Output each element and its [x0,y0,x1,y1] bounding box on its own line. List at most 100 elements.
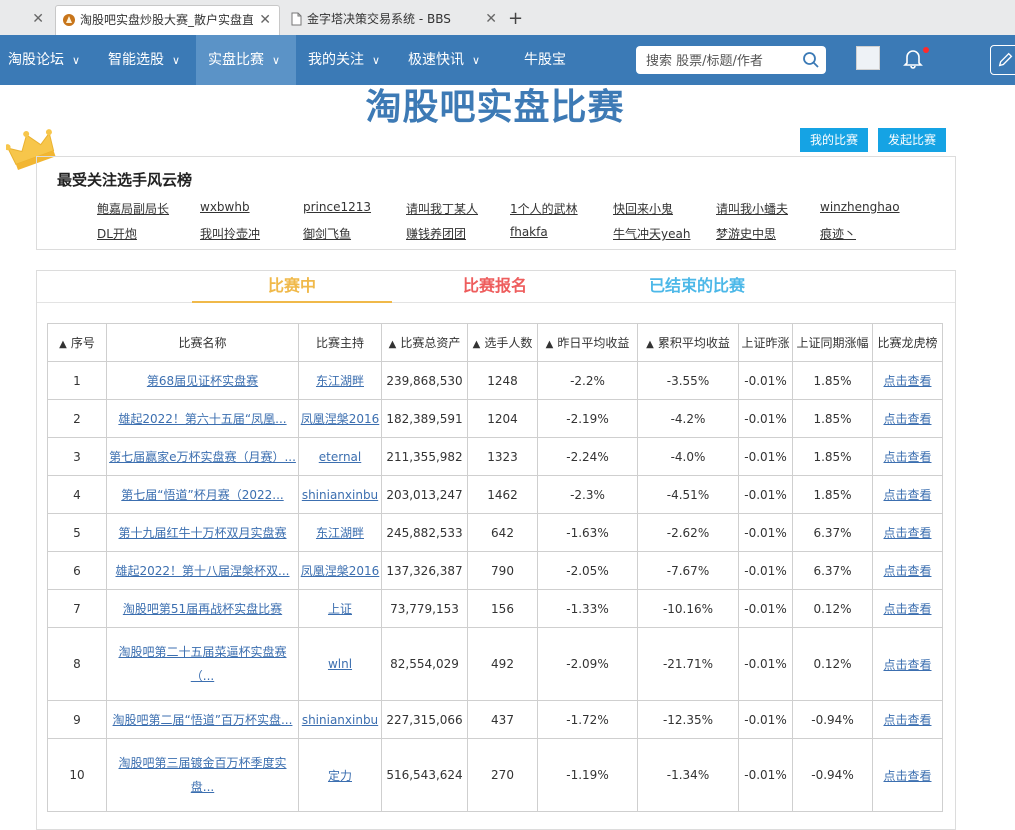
view-leaderboard-link[interactable]: 点击查看 [883,526,931,540]
view-leaderboard-link[interactable]: 点击查看 [883,488,931,502]
player-link[interactable]: 痕迹丶 [820,225,856,242]
nav-item-stock-picker[interactable]: 智能选股 ∨ [96,35,196,85]
host-link[interactable]: wlnl [328,657,352,671]
browser-tab-bbs[interactable]: 金字塔决策交易系统 - BBS ✕ [283,5,505,35]
cell-no: 2 [47,399,107,438]
host-link[interactable]: 凤凰涅槃2016 [301,564,380,578]
browser-tab-active[interactable]: 淘股吧实盘炒股大赛_散户实盘直 ✕ [55,5,280,35]
view-leaderboard-link[interactable]: 点击查看 [883,412,931,426]
nav-item-forum[interactable]: 淘股论坛 ∨ [0,35,92,85]
my-competition-button[interactable]: 我的比赛 [800,128,868,152]
view-leaderboard-link[interactable]: 点击查看 [883,450,931,464]
player-link[interactable]: 牛气冲天yeah [613,225,690,242]
nav-item-niugubao[interactable]: 牛股宝 [512,35,592,85]
player-link[interactable]: 梦游史中思 [716,225,776,242]
close-tab-icon[interactable]: ✕ [32,5,44,33]
cell-cum: -4.2% [637,399,739,438]
nav-item-competition[interactable]: 实盘比赛 ∨ [196,35,296,85]
host-link[interactable]: 定力 [328,769,352,783]
search-input[interactable] [644,50,798,72]
new-tab-button[interactable]: + [508,8,523,30]
host-link[interactable]: 上证 [328,602,352,616]
player-link[interactable]: 快回来小鬼 [613,200,673,217]
view-leaderboard-link[interactable]: 点击查看 [883,602,931,616]
cell-name: 淘股吧第二十五届菜逼杯实盘赛（... [106,627,299,701]
view-leaderboard-link[interactable]: 点击查看 [883,564,931,578]
chevron-down-icon: ∨ [272,54,281,67]
cell-players: 642 [467,513,538,552]
search-box [636,46,826,74]
host-link[interactable]: eternal [319,450,362,464]
competition-link[interactable]: 淘股吧第二十五届菜逼杯实盘赛（... [118,645,286,683]
player-link[interactable]: wxbwhb [200,200,250,214]
competition-link[interactable]: 雄起2022！第六十五届“凤凰... [118,412,286,426]
browser-tab-previous[interactable]: ✕ [0,5,52,35]
host-link[interactable]: 东江湖畔 [316,526,364,540]
competition-link[interactable]: 第68届见证杯实盘赛 [147,374,258,388]
player-link[interactable]: 鲍嘉局副局长 [97,200,169,217]
cell-host: shinianxinbu [298,475,382,514]
tab-signup[interactable]: 比赛报名 [395,275,595,305]
host-link[interactable]: 东江湖畔 [316,374,364,388]
view-leaderboard-link[interactable]: 点击查看 [883,658,931,672]
col-header-assets[interactable]: ▲ 比赛总资产 [381,323,468,362]
player-link[interactable]: 赚钱养团团 [406,225,466,242]
cell-assets: 239,868,530 [381,361,468,400]
cell-assets: 137,326,387 [381,551,468,590]
player-link[interactable]: 请叫我小蟠夫 [716,200,788,217]
bell-icon[interactable] [902,47,924,69]
player-link[interactable]: 御剑飞鱼 [303,225,351,242]
cell-cum: -4.0% [637,437,739,476]
start-competition-button[interactable]: 发起比赛 [878,128,946,152]
col-header-cumulative-return[interactable]: ▲ 累积平均收益 [637,323,739,362]
close-tab-icon[interactable]: ✕ [485,5,497,33]
cell-assets: 73,779,153 [381,589,468,628]
close-tab-icon[interactable]: ✕ [259,6,271,34]
cell-no: 9 [47,700,107,739]
host-link[interactable]: 凤凰涅槃2016 [301,412,380,426]
nav-item-news[interactable]: 极速快讯 ∨ [396,35,496,85]
player-link[interactable]: winzhenghao [820,200,900,214]
host-link[interactable]: shinianxinbu [302,713,378,727]
competition-link[interactable]: 第七届赢家e万杯实盘赛（月赛）... [109,450,296,464]
player-link[interactable]: fhakfa [510,225,548,239]
cell-name: 第68届见证杯实盘赛 [106,361,299,400]
competition-link[interactable]: 淘股吧第二届“悟道”百万杯实盘... [113,713,293,727]
cell-host: wlnl [298,627,382,701]
cell-leaderboard: 点击查看 [872,738,943,812]
player-link[interactable]: 请叫我丁某人 [406,200,478,217]
competition-link[interactable]: 第七届“悟道”杯月赛（2022... [121,488,283,502]
player-link[interactable]: 我叫拎壶冲 [200,225,260,242]
col-header-sh-period: 上证同期涨幅 [792,323,873,362]
cell-name: 第七届赢家e万杯实盘赛（月赛）... [106,437,299,476]
col-header-yesterday-return[interactable]: ▲ 昨日平均收益 [537,323,638,362]
cell-yday: -2.05% [537,551,638,590]
view-leaderboard-link[interactable]: 点击查看 [883,374,931,388]
header-label: 上证同期涨幅 [796,336,869,350]
sort-up-icon: ▲ [59,339,67,350]
nav-label: 极速快讯 [408,52,464,68]
player-link[interactable]: prince1213 [303,200,371,214]
cell-no: 5 [47,513,107,552]
tab-title: 金字塔决策交易系统 - BBS [307,12,451,26]
competition-link[interactable]: 雄起2022！第十八届涅槃杯双... [116,564,290,578]
page-icon [291,12,302,26]
search-icon[interactable] [802,51,820,69]
competition-link[interactable]: 淘股吧第51届再战杯实盘比赛 [123,602,282,616]
competition-link[interactable]: 第十九届红牛十万杯双月实盘赛 [118,526,286,540]
player-link[interactable]: 1个人的武林 [510,200,578,217]
edit-post-button[interactable] [990,45,1015,75]
player-link[interactable]: DL开炮 [97,225,137,242]
host-link[interactable]: shinianxinbu [302,488,378,502]
col-header-players[interactable]: ▲ 选手人数 [467,323,538,362]
tab-ended[interactable]: 已结束的比赛 [597,275,797,305]
header-label: 序号 [70,336,95,350]
view-leaderboard-link[interactable]: 点击查看 [883,713,931,727]
cell-sh-period: 6.37% [792,513,873,552]
avatar[interactable] [856,46,880,70]
col-header-no[interactable]: ▲ 序号 [47,323,107,362]
nav-item-following[interactable]: 我的关注 ∨ [296,35,396,85]
view-leaderboard-link[interactable]: 点击查看 [883,769,931,783]
competition-link[interactable]: 淘股吧第三届镀金百万杯季度实盘... [118,756,286,794]
table-row: 5 第十九届红牛十万杯双月实盘赛 东江湖畔 245,882,533 642 -1… [47,513,943,552]
